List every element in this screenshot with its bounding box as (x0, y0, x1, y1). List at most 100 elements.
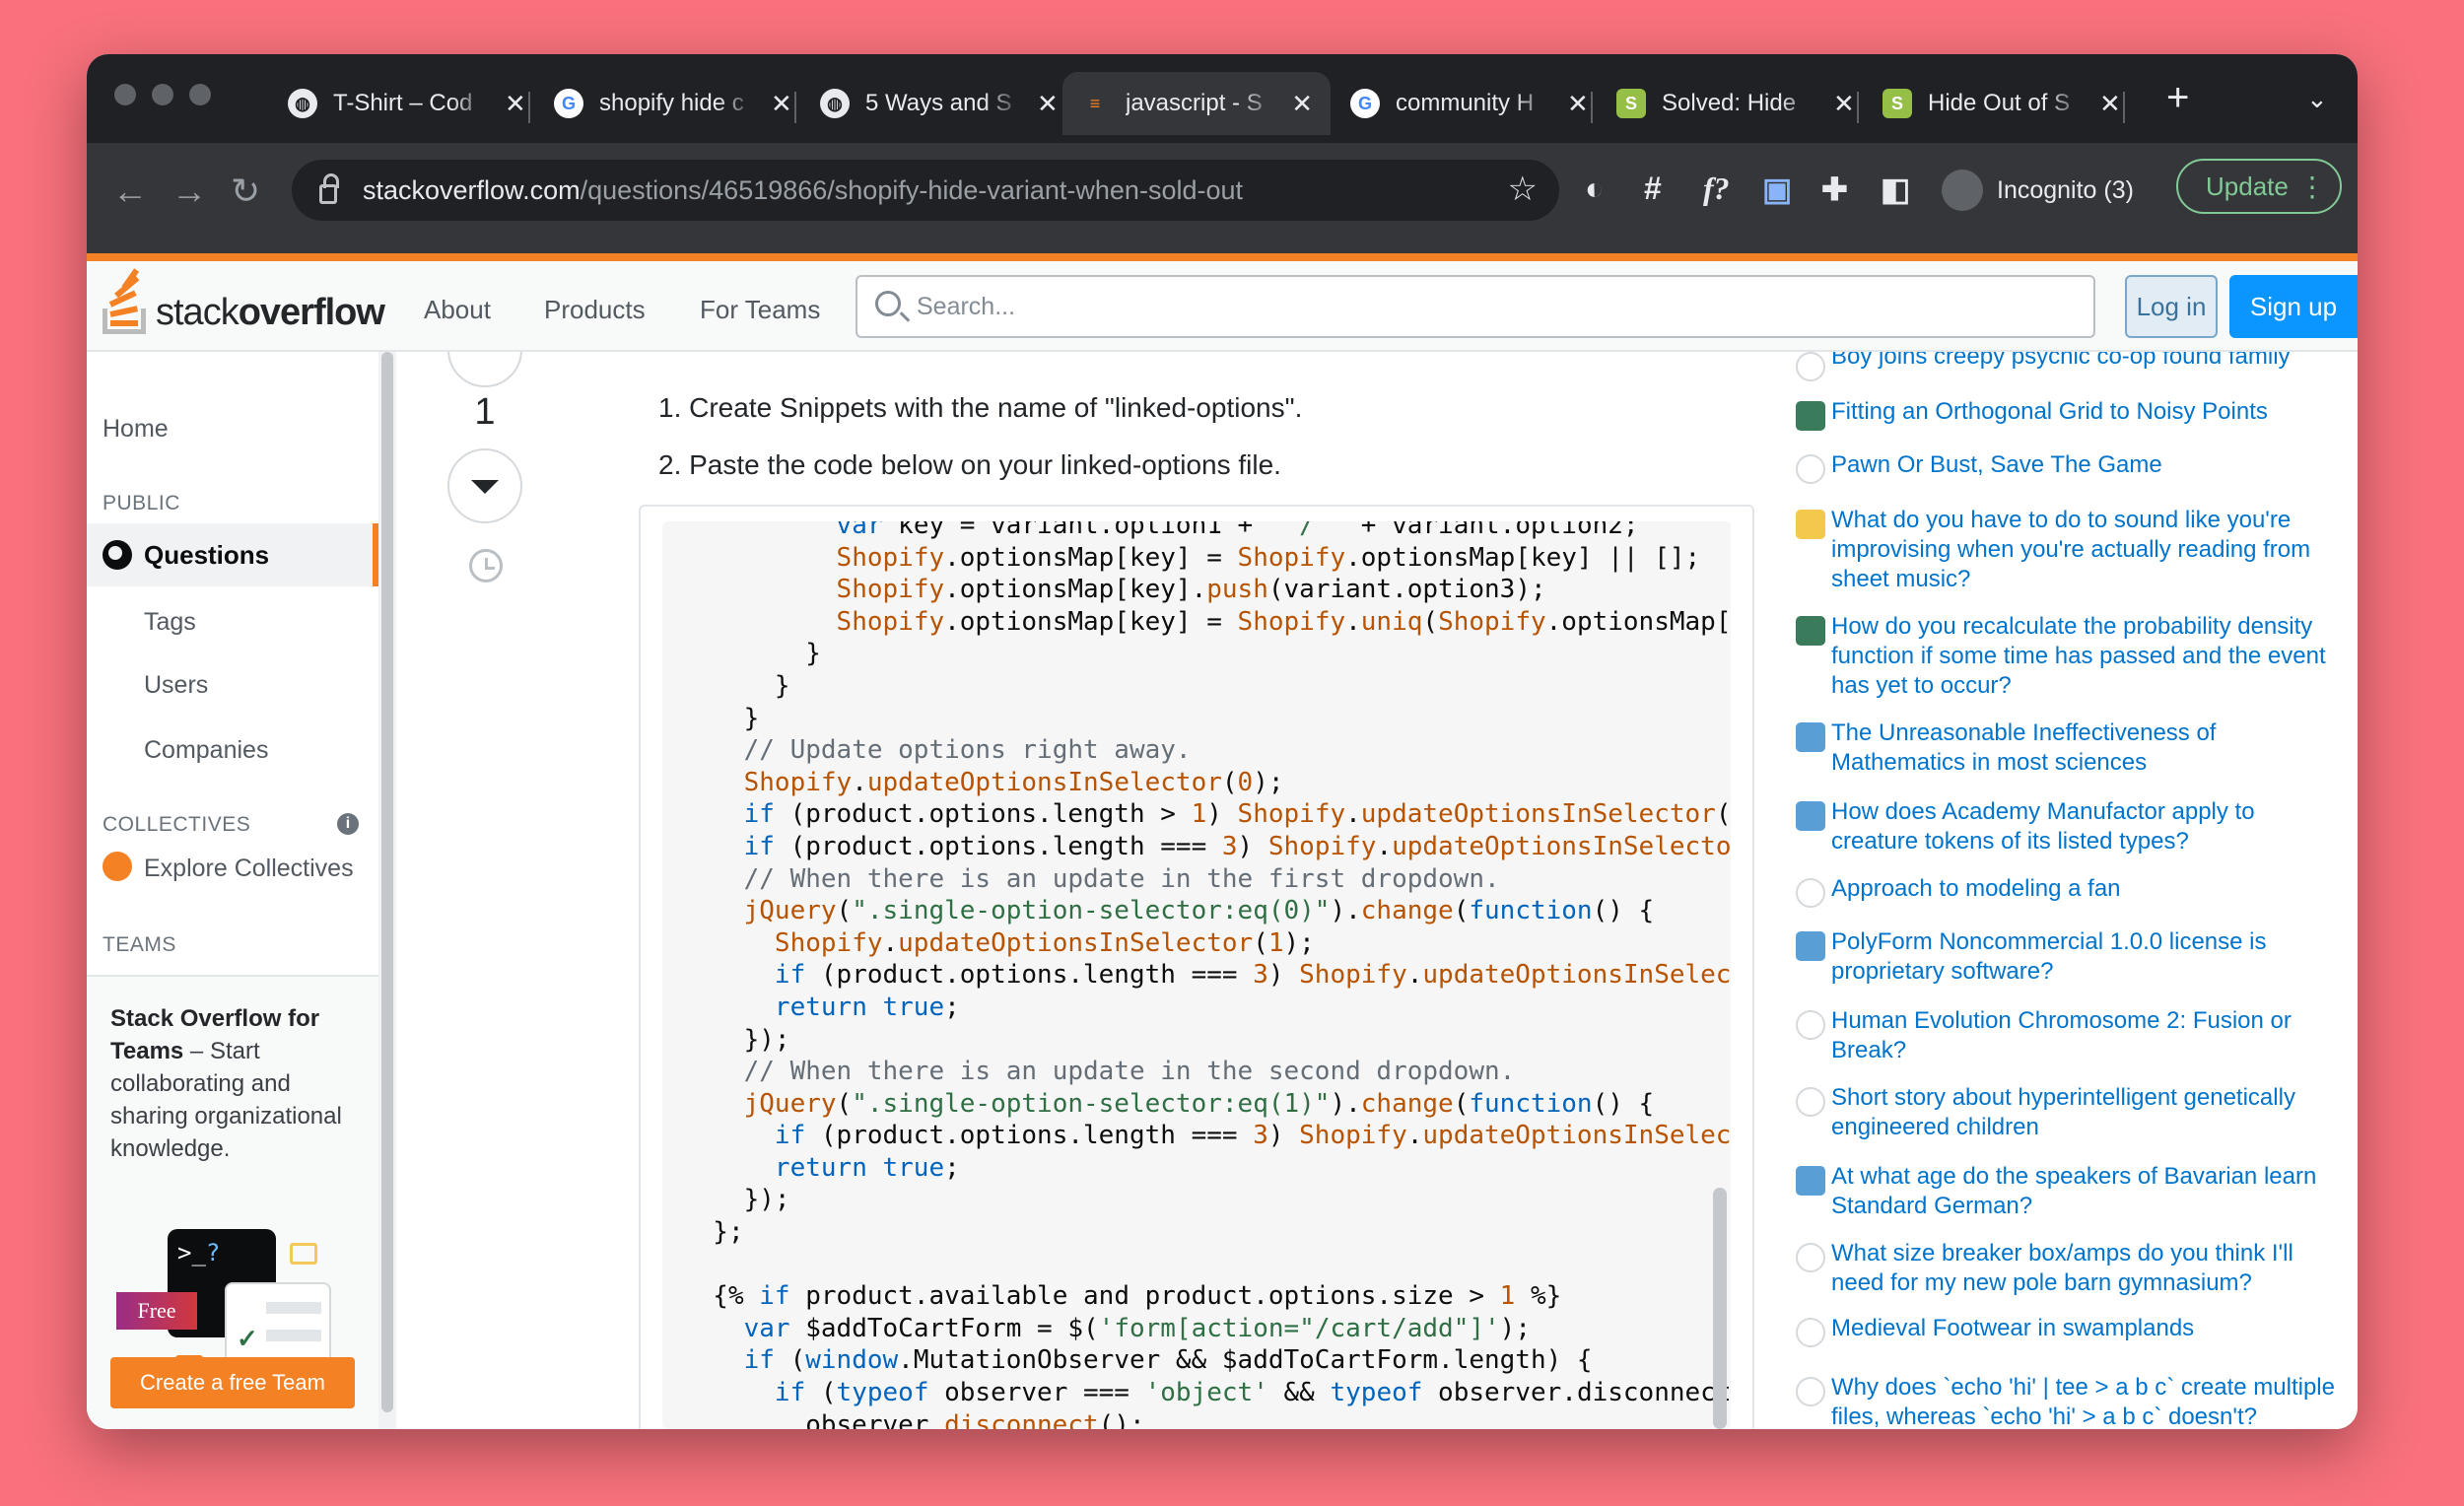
update-button[interactable]: Update ⋮ (2176, 159, 2342, 214)
hot-question-link[interactable]: At what age do the speakers of Bavarian … (1831, 1162, 2344, 1221)
sidebar-section-public: PUBLIC (103, 492, 180, 514)
close-tab-icon[interactable]: ✕ (1833, 89, 1855, 119)
forward-arrow-icon[interactable]: → (171, 171, 207, 212)
hot-question-link[interactable]: Boy joins creepy psychic co-op found fam… (1831, 352, 2344, 372)
logo-wordmark: stackoverflow (156, 292, 385, 333)
browser-tab[interactable]: ◍ T-Shirt – Cod ✕ (270, 72, 544, 135)
hot-question-link[interactable]: PolyForm Noncommercial 1.0.0 license is … (1831, 927, 2344, 987)
nav-products[interactable]: Products (544, 295, 646, 325)
hot-question-link[interactable]: Short story about hyperintelligent genet… (1831, 1083, 2344, 1142)
sidebar-item-explore-collectives[interactable]: Explore Collectives (144, 855, 354, 883)
stackoverflow-logo[interactable]: stackoverflow (101, 268, 385, 334)
hot-question-link[interactable]: Fitting an Orthogonal Grid to Noisy Poin… (1831, 397, 2344, 427)
address-bar[interactable]: stackoverflow.com/questions/46519866/sho… (292, 160, 1559, 221)
incognito-icon (1942, 170, 1983, 211)
info-icon[interactable]: i (337, 813, 359, 835)
hashtag-extension-icon[interactable]: # (1644, 171, 1662, 207)
bookmark-star-icon[interactable]: ☆ (1508, 170, 1538, 209)
hot-network-questions: Boy joins creepy psychic co-op found fam… (1758, 352, 2358, 1429)
hot-question-link[interactable]: What do you have to do to sound like you… (1831, 506, 2344, 594)
lock-icon (319, 173, 339, 204)
german-icon (1796, 1166, 1825, 1196)
incognito-indicator[interactable]: Incognito (3) (1942, 161, 2134, 220)
downvote-button[interactable] (447, 448, 522, 523)
search-input[interactable]: Search... (856, 275, 2095, 338)
tab-separator (1857, 92, 1859, 123)
code-scrollbar[interactable] (1713, 1188, 1727, 1429)
shopify-icon: S (1616, 89, 1646, 118)
browser-tab-active[interactable]: ≡ javascript - S ✕ (1062, 72, 1331, 135)
site-header: stackoverflow About Products For Teams S… (87, 261, 2358, 352)
puzzle-extensions-icon[interactable]: ✚ (1821, 171, 1848, 208)
back-arrow-icon[interactable]: ← (112, 171, 148, 212)
url-text: stackoverflow.com/questions/46519866/sho… (363, 174, 1243, 205)
browser-tab[interactable]: G shopify hide c ✕ (536, 72, 810, 135)
nav-for-teams[interactable]: For Teams (700, 295, 820, 325)
sidebar-item-users[interactable]: Users (144, 671, 208, 700)
close-tab-icon[interactable]: ✕ (1567, 89, 1589, 119)
sidebar-item-questions[interactable]: Questions (87, 523, 378, 586)
browser-tab[interactable]: S Hide Out of S ✕ (1865, 72, 2139, 135)
sidebar-item-companies[interactable]: Companies (144, 736, 268, 765)
biology-icon (1796, 1010, 1825, 1040)
hot-question-link[interactable]: Approach to modeling a fan (1831, 874, 2344, 904)
maximize-window-icon[interactable] (189, 84, 211, 105)
google-icon: G (554, 89, 583, 118)
stackoverflow-logo-icon (101, 268, 150, 334)
tab-search-chevron-icon[interactable]: ⌄ (2306, 84, 2328, 114)
stats-icon (1796, 616, 1825, 646)
sidebar-item-tags[interactable]: Tags (144, 608, 196, 637)
vote-count: 1 (474, 391, 496, 433)
hot-question-link[interactable]: How does Academy Manufactor apply to cre… (1831, 797, 2344, 856)
hot-question-link[interactable]: Why does `echo 'hi' | tee > a b c` creat… (1831, 1373, 2344, 1429)
close-tab-icon[interactable]: ✕ (771, 89, 792, 119)
upvote-button[interactable] (447, 352, 522, 387)
new-tab-icon[interactable]: + (2166, 76, 2189, 120)
free-badge: Free (116, 1292, 197, 1330)
hot-question-link[interactable]: The Unreasonable Ineffectiveness of Math… (1831, 719, 2344, 778)
hot-question-link[interactable]: How do you recalculate the probability d… (1831, 612, 2344, 701)
close-tab-icon[interactable]: ✕ (1291, 89, 1313, 119)
side-panel-icon[interactable]: ◧ (1881, 171, 1910, 208)
login-button[interactable]: Log in (2125, 275, 2218, 338)
blender-icon (1796, 878, 1825, 908)
answer-step: 2. Paste the code below on your linked-o… (658, 449, 1281, 480)
browser-tab[interactable]: ◍ 5 Ways and S ✕ (802, 72, 1076, 135)
password-extension-icon[interactable]: ◐ (1585, 171, 1604, 207)
sidebar-section-teams: TEAMS (103, 933, 176, 956)
hot-question-link[interactable]: Medieval Footwear in swamplands (1831, 1314, 2344, 1343)
browser-tab[interactable]: S Solved: Hide ✕ (1599, 72, 1873, 135)
close-window-icon[interactable] (114, 84, 136, 105)
reload-icon[interactable]: ↻ (231, 171, 260, 212)
close-tab-icon[interactable]: ✕ (1037, 89, 1059, 119)
translate-extension-icon[interactable]: ▣ (1762, 171, 1792, 208)
sidebar-scrollbar[interactable] (378, 352, 396, 1429)
close-tab-icon[interactable]: ✕ (2099, 89, 2121, 119)
browser-tab[interactable]: G community H ✕ (1333, 72, 1607, 135)
nav-about[interactable]: About (424, 295, 491, 325)
chat-bubble-icon (290, 1243, 317, 1265)
more-vert-icon: ⋮ (2298, 171, 2326, 202)
history-icon[interactable] (469, 549, 503, 582)
music-icon (1796, 510, 1825, 539)
opensource-icon (1796, 931, 1825, 961)
stackoverflow-icon: ≡ (1089, 93, 1101, 113)
formula-extension-icon[interactable]: f? (1703, 171, 1730, 207)
worldbuilding-icon (1796, 1318, 1825, 1347)
hot-question-link[interactable]: Human Evolution Chromosome 2: Fusion or … (1831, 1006, 2344, 1065)
diy-icon (1796, 1243, 1825, 1272)
gis-icon (1796, 401, 1825, 431)
tab-separator (1591, 92, 1593, 123)
search-icon (875, 291, 901, 316)
signup-button[interactable]: Sign up (2229, 275, 2358, 338)
browser-toolbar: ← → ↻ stackoverflow.com/questions/465198… (87, 143, 2358, 253)
boardgames-icon (1796, 801, 1825, 831)
minimize-window-icon[interactable] (152, 84, 173, 105)
sidebar-item-home[interactable]: Home (103, 415, 169, 444)
create-team-button[interactable]: Create a free Team (110, 1357, 355, 1408)
tab-separator (2123, 92, 2125, 123)
hot-question-link[interactable]: What size breaker box/amps do you think … (1831, 1239, 2344, 1298)
hot-question-link[interactable]: Pawn Or Bust, Save The Game (1831, 450, 2344, 480)
close-tab-icon[interactable]: ✕ (505, 89, 526, 119)
shopify-icon: S (1882, 89, 1912, 118)
